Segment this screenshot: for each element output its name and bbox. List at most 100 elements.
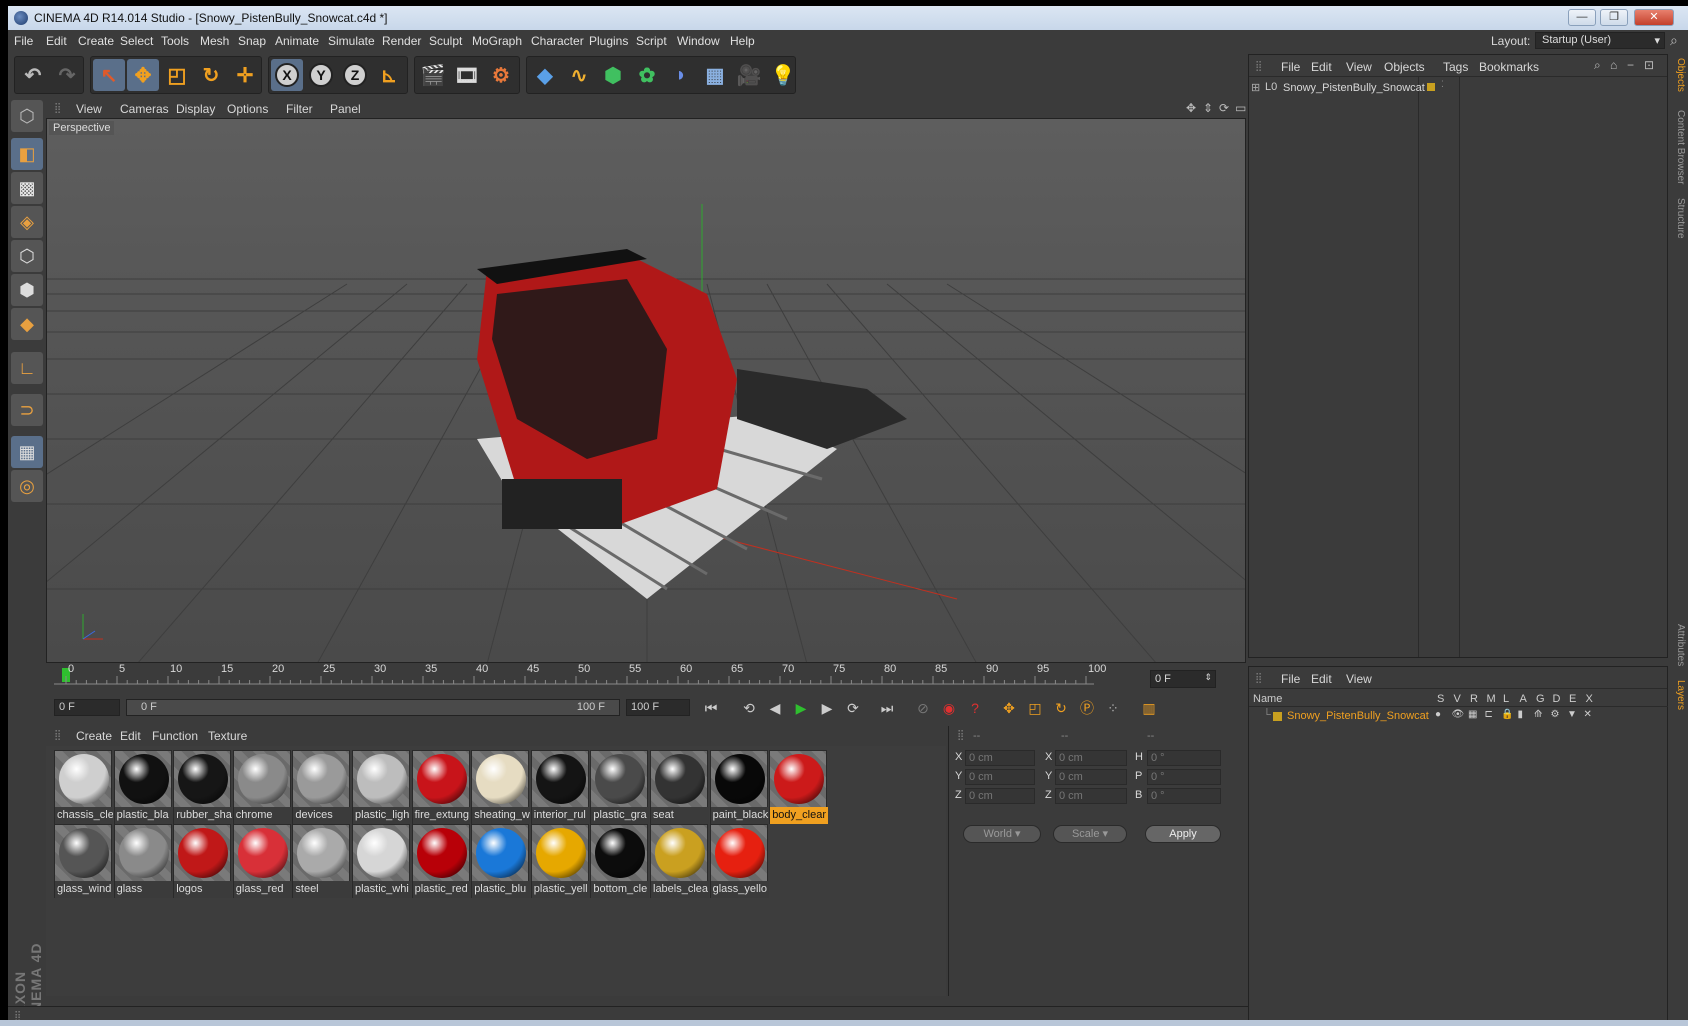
toggle-view-icon[interactable]: ▭ (1235, 101, 1246, 115)
current-frame-field[interactable]: 0 F ⇕ (1150, 670, 1216, 688)
light-icon[interactable]: 💡 (767, 59, 799, 91)
workplane-lock-icon[interactable]: ▦ (11, 436, 43, 468)
material-menu-edit[interactable]: Edit (120, 729, 141, 743)
menu-snap[interactable]: Snap (238, 34, 266, 48)
tab-layers[interactable]: Layers (1670, 680, 1686, 710)
layer-toggle-icon[interactable]: 🔒 (1501, 709, 1513, 720)
key-position-icon[interactable]: ✥ (996, 695, 1022, 721)
layer-column-header[interactable]: M (1487, 693, 1496, 705)
polygons-mode-icon[interactable]: ◆ (11, 308, 43, 340)
menu-window[interactable]: Window (677, 34, 720, 48)
layer-row[interactable]: └ Snowy_PistenBully_Snowcat ● 👁 ▦ ⊏ 🔒 ▮ ⟰ ⚙ ▼ ✕ (1249, 708, 1669, 725)
viewport-menu-options[interactable]: Options (227, 102, 268, 116)
menu-character[interactable]: Character (531, 34, 584, 48)
cloner-icon[interactable]: ✿ (631, 59, 663, 91)
layer-toggle-icon[interactable]: ⟰ (1534, 709, 1542, 720)
material-swatch[interactable]: bottom_cle (590, 824, 650, 898)
material-swatch[interactable]: body_clear (769, 750, 829, 824)
tree-row[interactable]: ⊞ L0 Snowy_PistenBully_Snowcat (1251, 81, 1425, 97)
layer-color-icon[interactable] (1427, 83, 1435, 91)
viewport-menu-cameras[interactable]: Cameras (120, 102, 169, 116)
material-swatch[interactable]: glass (113, 824, 173, 898)
menu-edit[interactable]: Edit (46, 34, 67, 48)
menu-plugins[interactable]: Plugins (589, 34, 628, 48)
coord-value-field[interactable]: 0 ° (1147, 769, 1221, 785)
perspective-viewport[interactable]: Perspective (46, 118, 1246, 663)
x-axis-icon[interactable]: X (271, 59, 303, 91)
key-parameter-icon[interactable]: Ⓟ (1074, 695, 1100, 721)
maximize-panel-icon[interactable]: ⊡ (1644, 58, 1654, 72)
coord-value-field[interactable]: 0 ° (1147, 788, 1221, 804)
layer-column-header[interactable]: A (1520, 693, 1527, 705)
material-swatch[interactable]: seat (650, 750, 709, 824)
next-key-icon[interactable]: ⟳ (840, 695, 866, 721)
material-swatch[interactable]: plastic_blu (471, 824, 531, 898)
menu-script[interactable]: Script (636, 34, 667, 48)
expand-icon[interactable]: ⊞ (1251, 81, 1260, 94)
render-picture-viewer-icon[interactable]: 🎞 (451, 59, 483, 91)
edges-mode-icon[interactable]: ⬢ (11, 274, 43, 306)
layer-toggle-icon[interactable]: ▼ (1567, 709, 1577, 720)
material-swatch[interactable]: plastic_bla (113, 750, 173, 824)
tab-attributes[interactable]: Attributes (1670, 624, 1686, 666)
menu-mograph[interactable]: MoGraph (472, 34, 522, 48)
menu-help[interactable]: Help (730, 34, 755, 48)
name-column-header[interactable]: Name (1253, 693, 1282, 705)
object-name[interactable]: Snowy_PistenBully_Snowcat (1283, 82, 1425, 94)
play-icon[interactable]: ▶ (788, 695, 814, 721)
coord-value-field[interactable]: 0 ° (1147, 750, 1221, 766)
material-swatch[interactable]: sheating_w (471, 750, 531, 824)
next-frame-icon[interactable]: ▶ (814, 695, 840, 721)
deformer-icon[interactable]: ◗ (665, 59, 697, 91)
material-swatch[interactable]: devices (292, 750, 352, 824)
menu-simulate[interactable]: Simulate (328, 34, 375, 48)
render-view-icon[interactable]: 🎬 (417, 59, 449, 91)
viewport-menu-filter[interactable]: Filter (286, 102, 313, 116)
timeline-window-icon[interactable]: ▥ (1136, 695, 1162, 721)
spline-icon[interactable]: ∿ (563, 59, 595, 91)
material-swatch[interactable]: steel (292, 824, 352, 898)
menu-file[interactable]: File (14, 34, 33, 48)
dolly-icon[interactable]: ⇕ (1203, 101, 1213, 115)
menu-render[interactable]: Render (382, 34, 421, 48)
material-menu-create[interactable]: Create (76, 729, 112, 743)
menu-tools[interactable]: Tools (161, 34, 189, 48)
objects-menu-tags[interactable]: Tags (1443, 60, 1468, 74)
range-slider[interactable]: 0 F 100 F (126, 699, 620, 716)
key-scale-icon[interactable]: ◰ (1022, 695, 1048, 721)
material-swatch[interactable]: chrome (232, 750, 292, 824)
minimize-button[interactable]: — (1568, 9, 1596, 26)
layers-menu-edit[interactable]: Edit (1311, 672, 1332, 686)
material-swatch[interactable]: plastic_ligh (352, 750, 411, 824)
coord-value-field[interactable]: 0 cm (965, 788, 1035, 804)
layers-menu-view[interactable]: View (1346, 672, 1372, 686)
material-menu-function[interactable]: Function (152, 729, 198, 743)
material-swatch[interactable]: fire_extung (411, 750, 471, 824)
auto-keying-icon[interactable]: ◉ (936, 695, 962, 721)
layer-column-header[interactable]: X (1586, 693, 1593, 705)
scale-dropdown[interactable]: Scale ▾ (1053, 825, 1127, 843)
tab-objects[interactable]: Objects (1670, 58, 1686, 92)
layer-toggle-icon[interactable]: ▮ (1518, 709, 1524, 720)
pan-icon[interactable]: ✥ (1186, 101, 1196, 115)
visibility-dots-icon[interactable]: ⁚ (1441, 79, 1444, 90)
material-swatch[interactable]: chassis_cle (54, 750, 113, 824)
coordinate-system-icon[interactable]: ⊾ (373, 59, 405, 91)
live-select-icon[interactable]: ↖ (93, 59, 125, 91)
render-settings-icon[interactable]: ⚙ (485, 59, 517, 91)
layer-toggle-icon[interactable]: ● (1435, 709, 1441, 720)
layer-column-header[interactable]: R (1470, 693, 1478, 705)
axis-mode-icon[interactable]: ∟ (11, 352, 43, 384)
tab-structure[interactable]: Structure (1670, 198, 1686, 239)
home-icon[interactable]: ⌂ (1610, 58, 1617, 72)
material-swatch[interactable]: glass_red (232, 824, 292, 898)
points-mode-icon[interactable]: ⬡ (11, 240, 43, 272)
menu-animate[interactable]: Animate (275, 34, 319, 48)
objects-menu-edit[interactable]: Edit (1311, 60, 1332, 74)
layer-column-header[interactable]: E (1569, 693, 1576, 705)
menu-create[interactable]: Create (78, 34, 114, 48)
record-keys-icon[interactable]: ⊘ (910, 695, 936, 721)
layer-color-icon[interactable] (1273, 712, 1282, 721)
workplane-mode-icon[interactable]: ◈ (11, 206, 43, 238)
end-frame-field[interactable]: 100 F (626, 699, 690, 716)
